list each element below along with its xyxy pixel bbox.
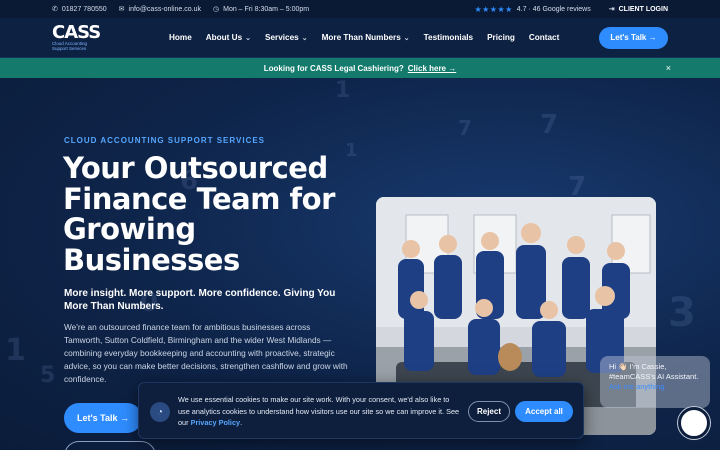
chevron-down-icon: ⌄ xyxy=(301,34,308,42)
phone-number: 01827 780550 xyxy=(61,5,107,13)
email-address: info@cass-online.co.uk xyxy=(128,5,202,13)
nav-label: Testimonials xyxy=(423,33,474,42)
cookie-text: We use essential cookies to make our sit… xyxy=(178,394,463,429)
chat-link[interactable]: Ask me anything. xyxy=(609,382,667,391)
top-bar: ✆ 01827 780550 ✉ info@cass-online.co.uk … xyxy=(0,0,720,18)
nav-home[interactable]: Home xyxy=(169,33,192,42)
cookie-consent: ◔ We use essential cookies to make our s… xyxy=(138,382,584,439)
main-nav: Home About Us ⌄ Services ⌄ More Than Numbe… xyxy=(169,33,573,42)
clock-icon: ◷ xyxy=(213,6,220,13)
cookie-period: . xyxy=(240,418,243,427)
chevron-down-icon: ⌄ xyxy=(245,34,252,42)
hero-subtitle: More insight. More support. More confide… xyxy=(64,288,336,312)
logo-mark: CASS xyxy=(52,21,101,43)
mail-icon: ✉ xyxy=(118,6,125,13)
hero-eyebrow: CLOUD ACCOUNTING SUPPORT SERVICES xyxy=(64,136,266,145)
nav-label: Pricing xyxy=(487,33,515,42)
client-login-label: CLIENT LOGIN xyxy=(618,5,668,13)
decorative-digit: 1 xyxy=(335,78,351,103)
lets-talk-hero-button[interactable]: Let's Talk → xyxy=(64,403,142,433)
legal-cashiering-banner: Looking for CASS Legal Cashiering? Click… xyxy=(0,58,720,78)
nav-services[interactable]: Services ⌄ xyxy=(265,33,308,42)
chat-text: Hi 👋🏻 I'm Cassie, #teamCASS's AI Assista… xyxy=(609,362,699,381)
email-link[interactable]: ✉ info@cass-online.co.uk xyxy=(118,5,202,14)
phone-icon: ✆ xyxy=(52,6,58,13)
privacy-policy-link[interactable]: Privacy Policy xyxy=(191,418,241,427)
google-rating[interactable]: 4.7 · 46 Google reviews xyxy=(517,6,591,13)
opening-hours: ◷ Mon – Fri 8:30am – 5:00pm xyxy=(213,5,310,14)
nav-about-us[interactable]: About Us ⌄ xyxy=(206,33,251,42)
login-icon: ⇥ xyxy=(608,6,615,13)
site-header: CASS Cloud Accounting Support Services H… xyxy=(0,18,720,58)
reject-cookies-button[interactable]: Reject xyxy=(468,401,510,422)
hero-paragraph: We're an outsourced finance team for amb… xyxy=(64,322,348,384)
logo-subtitle-2: Support Services xyxy=(52,45,87,51)
hero-title: Your Outsourced Finance Team for Growing… xyxy=(63,151,335,277)
nav-more-than-numbers[interactable]: More Than Numbers ⌄ xyxy=(322,33,410,42)
banner-click-here-link[interactable]: Click here → xyxy=(408,64,456,73)
nav-label: Contact xyxy=(528,33,560,42)
nav-label: About Us xyxy=(205,33,243,42)
decorative-digit: 5 xyxy=(40,363,56,388)
rating-stars-icon: ★★★★★ xyxy=(474,4,513,14)
accept-all-cookies-button[interactable]: Accept all xyxy=(515,401,573,422)
nav-label: More Than Numbers xyxy=(321,33,401,42)
decorative-digit: 1 xyxy=(5,333,26,368)
nav-contact[interactable]: Contact xyxy=(529,33,559,42)
decorative-digit: 7 xyxy=(540,110,559,140)
chevron-down-icon: ⌄ xyxy=(403,34,410,42)
client-login-link[interactable]: ⇥ CLIENT LOGIN xyxy=(608,5,668,14)
nav-testimonials[interactable]: Testimonials xyxy=(424,33,473,42)
secondary-hero-button[interactable] xyxy=(64,441,156,450)
nav-pricing[interactable]: Pricing xyxy=(487,33,515,42)
decorative-digit: 7 xyxy=(458,116,472,140)
close-icon[interactable]: × xyxy=(666,63,671,73)
nav-label: Services xyxy=(265,33,299,42)
cookie-icon: ◔ xyxy=(150,402,170,422)
chat-launcher-button[interactable] xyxy=(678,407,710,439)
decorative-digit: 3 xyxy=(668,290,696,336)
cass-logo[interactable]: CASS Cloud Accounting Support Services xyxy=(52,21,101,53)
banner-text: Looking for CASS Legal Cashiering? xyxy=(263,63,404,73)
hours-text: Mon – Fri 8:30am – 5:00pm xyxy=(223,5,310,13)
nav-label: Home xyxy=(169,33,192,42)
chat-greeting[interactable]: Hi 👋🏻 I'm Cassie, #teamCASS's AI Assista… xyxy=(600,356,710,408)
phone-link[interactable]: ✆ 01827 780550 xyxy=(52,5,107,14)
lets-talk-header-button[interactable]: Let's Talk → xyxy=(599,26,668,49)
